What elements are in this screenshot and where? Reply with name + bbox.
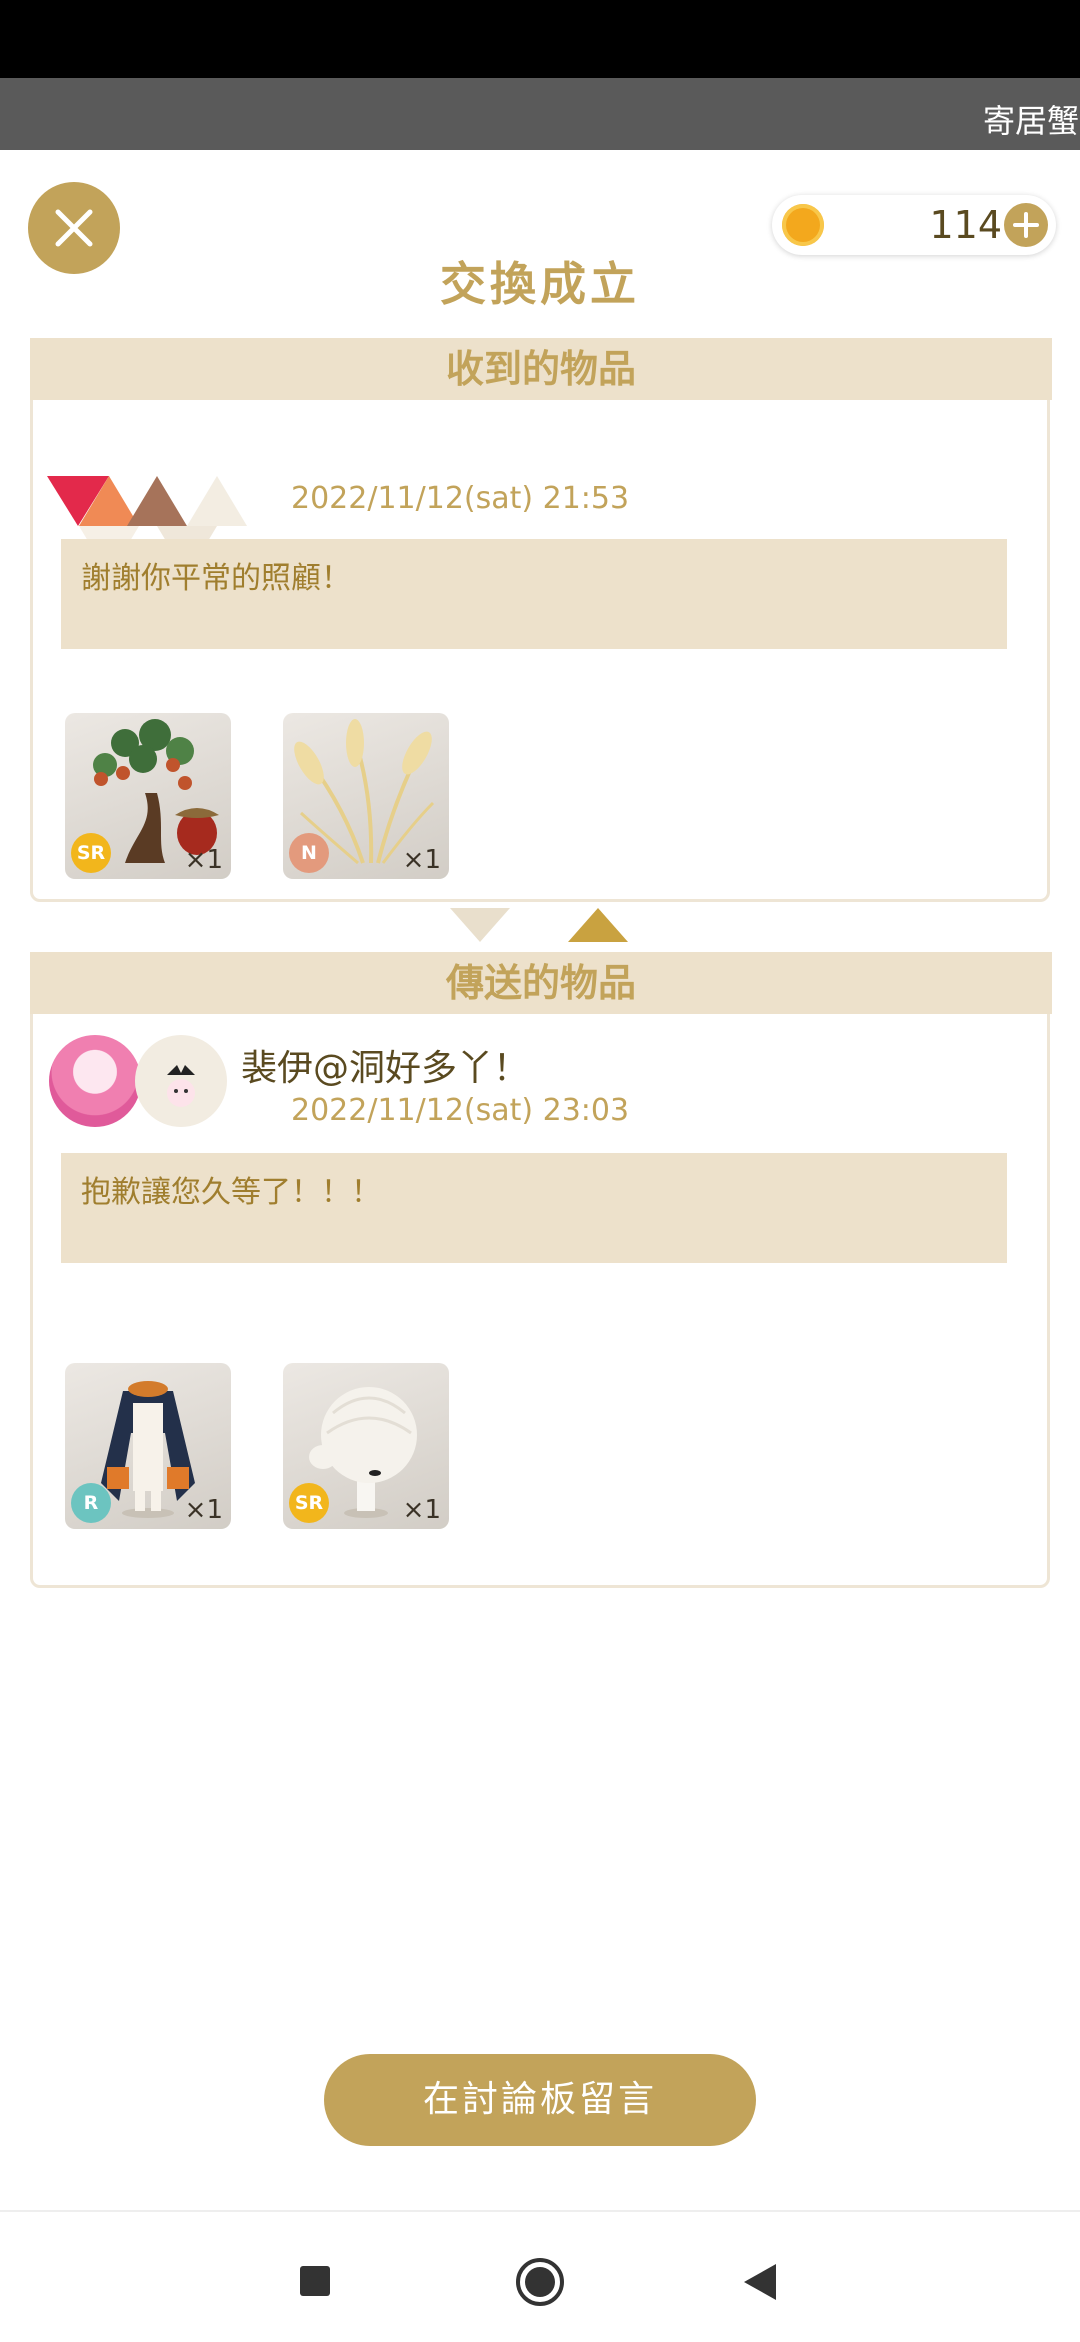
plus-icon xyxy=(1013,212,1039,238)
received-message-box: 謝謝你平常的照顧！ xyxy=(61,539,1007,649)
sent-message-box: 抱歉讓您久等了！！！ xyxy=(61,1153,1007,1263)
system-nav-bar xyxy=(0,2210,1080,2342)
page-title: 交換成立 xyxy=(440,257,640,311)
sent-items-card: 傳送的物品 裴伊@洞好多丫！ 2022/11/12(sat) 23:03 抱歉讓… xyxy=(30,952,1052,1588)
item-quantity: ×1 xyxy=(402,845,441,875)
sent-item-tile[interactable]: R ×1 xyxy=(65,1363,231,1529)
sent-message: 抱歉讓您久等了！！！ xyxy=(81,1175,381,1210)
coin-count: 114 xyxy=(929,203,1002,247)
received-message: 謝謝你平常的照顧！ xyxy=(81,561,351,596)
received-item-tile[interactable]: SR ×1 xyxy=(65,713,231,879)
pet-avatar[interactable] xyxy=(135,1035,227,1127)
rarity-badge: R xyxy=(71,1483,111,1523)
swap-arrows-icon xyxy=(450,908,628,942)
sender-name[interactable]: 裴伊@洞好多丫！ xyxy=(241,1039,529,1091)
rarity-badge: SR xyxy=(289,1483,329,1523)
pet-icon xyxy=(167,1065,195,1107)
coin-icon xyxy=(782,204,824,246)
received-item-tile[interactable]: N ×1 xyxy=(283,713,449,879)
received-timestamp: 2022/11/12(sat) 21:53 xyxy=(291,481,630,516)
item-quantity: ×1 xyxy=(184,845,223,875)
square-icon xyxy=(300,2266,330,2296)
comment-on-board-button[interactable]: 在討論板留言 xyxy=(324,2054,756,2146)
add-coins-button[interactable] xyxy=(1004,203,1048,247)
notification-text: 寄居蟹 xyxy=(983,102,1080,140)
status-bar xyxy=(0,0,1080,78)
back-button[interactable] xyxy=(740,2262,780,2306)
rarity-badge: N xyxy=(289,833,329,873)
recent-apps-button[interactable] xyxy=(298,2264,332,2302)
sent-section-title: 傳送的物品 xyxy=(30,952,1052,1014)
circle-icon xyxy=(516,2258,564,2306)
avatar[interactable] xyxy=(49,1035,141,1127)
received-items-card: 收到的物品 2022/11/12(sat) 21:53 謝謝你平常的照顧！ SR xyxy=(30,338,1052,902)
received-section-title: 收到的物品 xyxy=(30,338,1052,400)
home-button[interactable] xyxy=(514,2256,566,2312)
item-quantity: ×1 xyxy=(184,1495,223,1525)
coin-balance: 114 xyxy=(772,195,1056,255)
sent-item-tile[interactable]: SR ×1 xyxy=(283,1363,449,1529)
item-quantity: ×1 xyxy=(402,1495,441,1525)
rarity-badge: SR xyxy=(71,833,111,873)
sent-timestamp: 2022/11/12(sat) 23:03 xyxy=(291,1093,630,1128)
back-triangle-icon xyxy=(744,2264,776,2300)
notification-banner[interactable]: 寄居蟹 xyxy=(0,78,1080,150)
